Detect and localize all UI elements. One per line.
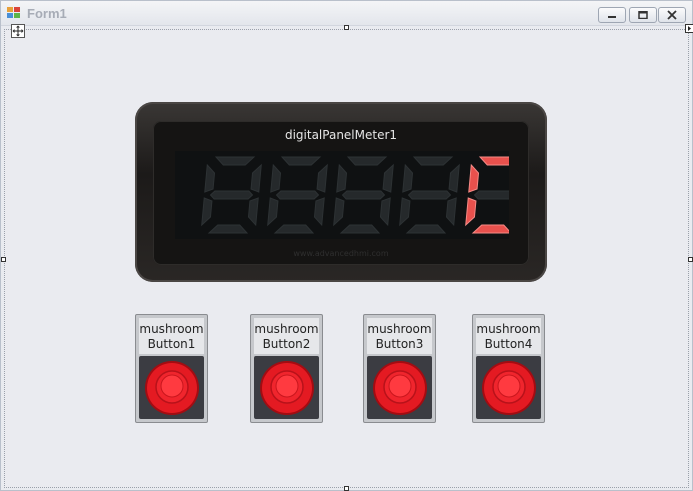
smart-tag-icon[interactable] — [685, 24, 693, 33]
mushroom-button-4[interactable]: mushroomButton4 — [472, 314, 545, 423]
maximize-icon — [638, 11, 648, 19]
digit-2-segment-e — [267, 197, 279, 227]
close-button[interactable] — [658, 7, 686, 23]
move-icon[interactable] — [11, 24, 25, 38]
meter-face: digitalPanelMeter1 www.advancedhmi.com — [153, 121, 529, 265]
digit-3-segment-b — [382, 163, 394, 193]
digit-2-segment-d — [273, 224, 315, 234]
digit-1-segment-f — [204, 163, 216, 193]
digit-4-segment-b — [448, 163, 460, 193]
mushroom-button-base — [367, 356, 432, 419]
mushroom-button-1[interactable]: mushroomButton1 — [135, 314, 208, 423]
minimize-icon — [608, 16, 616, 18]
mushroom-button-base — [139, 356, 204, 419]
mushroom-button-base — [476, 356, 541, 419]
digit-2-segment-g — [275, 190, 320, 200]
digit-4-segment-d — [405, 224, 447, 234]
digit-5-segment-f — [468, 163, 480, 193]
digit-1-segment-g — [209, 190, 254, 200]
digit-1-segment-b — [250, 163, 262, 193]
mushroom-button-base — [254, 356, 319, 419]
red-mushroom-icon — [373, 361, 427, 415]
meter-display — [175, 151, 526, 239]
digit-4-segment-a — [412, 156, 454, 166]
mushroom-button-3[interactable]: mushroomButton3 — [363, 314, 436, 423]
digit-4-segment-c — [445, 197, 457, 227]
digit-5-segment-d — [471, 224, 513, 234]
meter-label: digitalPanelMeter1 — [284, 128, 398, 142]
mushroom-button-2[interactable]: mushroomButton2 — [250, 314, 323, 423]
digit-5-segment-g — [473, 190, 518, 200]
meter-watermark: www.advancedhmi.com — [293, 249, 389, 258]
maximize-button[interactable] — [629, 7, 657, 23]
digit-3-segment-e — [333, 197, 345, 227]
digit-1-segment-a — [214, 156, 256, 166]
resize-handle-top[interactable] — [344, 25, 349, 30]
digit-1-segment-e — [201, 197, 213, 227]
resize-handle-left[interactable] — [1, 257, 6, 262]
resize-handle-bottom[interactable] — [344, 486, 349, 491]
digit-2-segment-a — [280, 156, 322, 166]
form-app-icon — [7, 7, 20, 18]
minimize-button[interactable] — [598, 7, 626, 23]
red-mushroom-icon — [482, 361, 536, 415]
resize-handle-right[interactable] — [688, 257, 693, 262]
digit-1-segment-d — [207, 224, 249, 234]
digit-4-segment-g — [407, 190, 452, 200]
digit-5-segment-e — [465, 197, 477, 227]
close-icon — [667, 10, 677, 20]
digit-3-segment-d — [339, 224, 381, 234]
digit-3-segment-a — [346, 156, 388, 166]
digit-5-segment-a — [478, 156, 520, 166]
digit-2-segment-f — [270, 163, 282, 193]
seven-segment-digits — [201, 156, 526, 234]
red-mushroom-icon — [260, 361, 314, 415]
digit-2-segment-c — [313, 197, 325, 227]
mushroom-button-label: mushroomButton1 — [139, 318, 204, 354]
digit-3-segment-c — [379, 197, 391, 227]
mushroom-button-label: mushroomButton4 — [476, 318, 541, 354]
digit-4-segment-f — [402, 163, 414, 193]
mushroom-button-label: mushroomButton2 — [254, 318, 319, 354]
digit-1-segment-c — [247, 197, 259, 227]
title-bar[interactable]: Form1 — [1, 1, 692, 26]
red-mushroom-icon — [145, 361, 199, 415]
mushroom-button-label: mushroomButton3 — [367, 318, 432, 354]
digit-3-segment-g — [341, 190, 386, 200]
digit-3-segment-f — [336, 163, 348, 193]
digital-panel-meter[interactable]: digitalPanelMeter1 www.advancedhmi.com — [135, 102, 547, 282]
window-title: Form1 — [27, 6, 67, 21]
form-window: Form1 digitalPanelMeter1 www.advancedhmi… — [0, 0, 693, 491]
digit-4-segment-e — [399, 197, 411, 227]
digit-2-segment-b — [316, 163, 328, 193]
